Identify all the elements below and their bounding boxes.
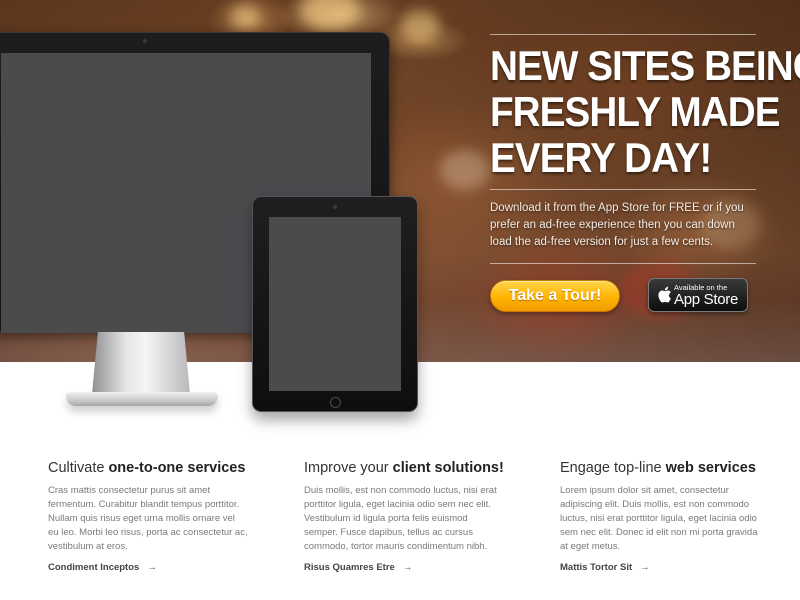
feature-title-bold: web services	[665, 460, 756, 476]
feature-column: Cultivate one-to-one services Cras matti…	[48, 460, 248, 573]
monitor-stand	[92, 332, 190, 394]
arrow-right-icon: →	[147, 562, 157, 573]
landing-page: NEW SITES BEING FRESHLY MADE EVERY DAY! …	[0, 0, 800, 600]
feature-link[interactable]: Risus Quamres Etre →	[304, 562, 412, 573]
arrow-right-icon: →	[640, 562, 650, 573]
feature-title-plain: Improve your	[304, 460, 393, 476]
feature-title-bold: one-to-one services	[108, 460, 246, 476]
divider	[490, 34, 756, 35]
feature-title-bold: client solutions!	[392, 460, 504, 476]
monitor-stand-base	[66, 392, 218, 406]
headline-line: EVERY DAY!	[490, 134, 712, 181]
app-store-button[interactable]: Available on the App Store	[648, 278, 748, 312]
take-a-tour-button[interactable]: Take a Tour!	[490, 280, 620, 312]
headline-line: NEW SITES BEING	[490, 42, 800, 89]
feature-column: Improve your client solutions! Duis moll…	[304, 460, 504, 573]
feature-title: Engage top-line web services	[560, 460, 760, 476]
arrow-right-icon: →	[402, 562, 413, 573]
features-section: Cultivate one-to-one services Cras matti…	[48, 460, 768, 590]
feature-link[interactable]: Condiment Inceptos →	[48, 562, 157, 573]
tablet-home-button	[330, 397, 341, 408]
tablet-device	[252, 196, 418, 412]
tablet-screen	[269, 217, 401, 391]
tablet-camera	[333, 205, 337, 209]
cta-row: Take a Tour! Available on the App Store	[490, 278, 756, 328]
feature-body: Lorem ipsum dolor sit amet, consectetur …	[560, 485, 758, 552]
feature-body: Duis mollis, est non commodo luctus, nis…	[304, 485, 497, 552]
app-store-label: App Store	[674, 291, 739, 308]
feature-title-plain: Cultivate	[48, 460, 109, 476]
feature-title: Improve your client solutions!	[304, 460, 504, 476]
feature-link-label: Condiment Inceptos	[48, 562, 140, 573]
divider	[490, 189, 756, 190]
feature-body: Cras mattis consectetur purus sit amet f…	[48, 485, 248, 552]
feature-link-label: Risus Quamres Etre	[304, 562, 395, 573]
hero-headline: NEW SITES BEING FRESHLY MADE EVERY DAY!	[490, 42, 800, 181]
monitor-camera	[143, 39, 147, 43]
feature-link[interactable]: Mattis Tortor Sit →	[560, 562, 650, 573]
feature-title: Cultivate one-to-one services	[48, 460, 248, 476]
feature-column: Engage top-line web services Lorem ipsum…	[560, 460, 760, 573]
feature-link-label: Mattis Tortor Sit	[560, 562, 633, 573]
headline-line: FRESHLY MADE	[490, 88, 780, 135]
feature-title-plain: Engage top-line	[560, 460, 666, 476]
divider	[490, 263, 756, 264]
hero-text-block: NEW SITES BEING FRESHLY MADE EVERY DAY! …	[490, 34, 800, 328]
hero-description: Download it from the App Store for FREE …	[490, 202, 744, 248]
apple-icon	[658, 286, 671, 303]
